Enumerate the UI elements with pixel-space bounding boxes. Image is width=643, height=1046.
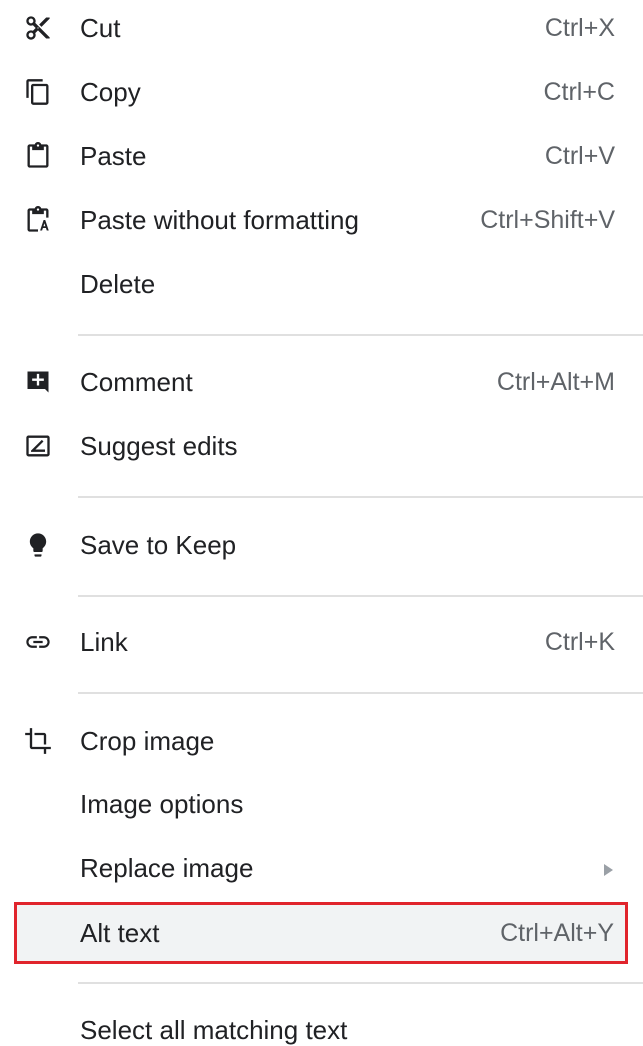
menu-item-alt-text[interactable]: Alt text Ctrl+Alt+Y	[14, 902, 628, 964]
menu-item-shortcut: Ctrl+X	[544, 14, 615, 42]
submenu-arrow-icon	[604, 864, 613, 876]
menu-item-label: Copy	[80, 77, 141, 107]
menu-item-label: Paste	[80, 141, 147, 171]
paste-plain-icon	[24, 206, 52, 234]
menu-divider	[78, 496, 643, 498]
menu-divider	[78, 334, 643, 336]
menu-divider	[78, 692, 643, 694]
menu-item-shortcut: Ctrl+V	[544, 142, 615, 170]
link-icon	[24, 628, 52, 656]
menu-item-label: Cut	[80, 13, 121, 43]
menu-item-shortcut: Ctrl+K	[544, 628, 615, 656]
menu-item-replace-image[interactable]: Replace image	[0, 840, 643, 896]
scissors-icon	[24, 14, 52, 42]
lightbulb-icon	[24, 531, 52, 559]
menu-item-save-to-keep[interactable]: Save to Keep	[0, 517, 643, 573]
menu-item-shortcut: Ctrl+Alt+Y	[500, 919, 614, 947]
menu-item-shortcut: Ctrl+Shift+V	[480, 206, 615, 234]
menu-item-label: Delete	[80, 269, 156, 299]
menu-item-delete[interactable]: Delete	[0, 256, 643, 312]
menu-item-label: Save to Keep	[80, 530, 237, 560]
menu-item-label: Image options	[80, 789, 244, 819]
menu-item-select-all-matching-text[interactable]: Select all matching text	[0, 1002, 643, 1046]
menu-item-label: Alt text	[80, 918, 160, 948]
context-menu: Cut Ctrl+X Copy Ctrl+C Paste Ctrl+V Past…	[0, 0, 643, 1046]
menu-item-label: Link	[80, 627, 128, 657]
menu-item-label: Select all matching text	[80, 1015, 348, 1045]
copy-icon	[24, 78, 52, 106]
menu-item-suggest-edits[interactable]: Suggest edits	[0, 418, 643, 474]
menu-item-shortcut: Ctrl+C	[543, 78, 615, 106]
menu-divider	[78, 595, 643, 597]
clipboard-icon	[24, 142, 52, 170]
menu-divider	[78, 982, 643, 984]
menu-item-crop-image[interactable]: Crop image	[0, 713, 643, 769]
menu-item-label: Comment	[80, 367, 193, 397]
menu-item-cut[interactable]: Cut Ctrl+X	[0, 0, 643, 56]
menu-item-paste[interactable]: Paste Ctrl+V	[0, 128, 643, 184]
menu-item-label: Replace image	[80, 853, 254, 883]
menu-item-link[interactable]: Link Ctrl+K	[0, 614, 643, 670]
suggest-edits-icon	[24, 432, 52, 460]
menu-item-comment[interactable]: Comment Ctrl+Alt+M	[0, 354, 643, 410]
menu-item-paste-without-formatting[interactable]: Paste without formatting Ctrl+Shift+V	[0, 192, 643, 248]
menu-item-shortcut: Ctrl+Alt+M	[496, 368, 615, 396]
menu-item-copy[interactable]: Copy Ctrl+C	[0, 64, 643, 120]
menu-item-image-options[interactable]: Image options	[0, 776, 643, 832]
menu-item-label: Paste without formatting	[80, 205, 359, 235]
crop-icon	[24, 727, 52, 755]
menu-item-label: Crop image	[80, 726, 215, 756]
menu-item-label: Suggest edits	[80, 431, 238, 461]
add-comment-icon	[24, 368, 52, 396]
